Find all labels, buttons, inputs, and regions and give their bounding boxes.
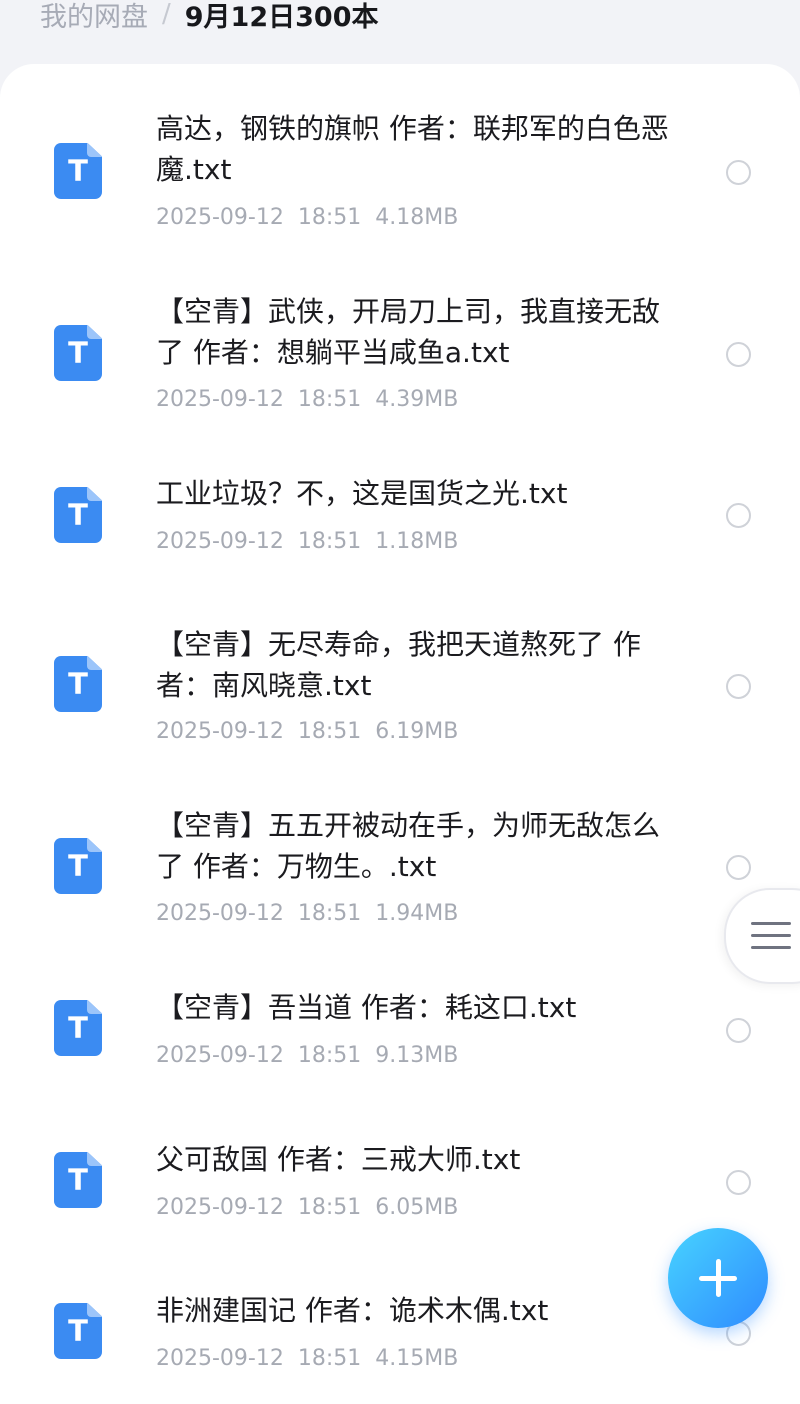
file-name[interactable]: 高达，钢铁的旗帜 作者：联邦军的白色恶魔.txt [156,108,676,190]
select-radio[interactable] [726,503,751,528]
text-file-icon: T [54,325,102,381]
file-name[interactable]: 【空青】五五开被动在手，为师无敌怎么了 作者：万物生。.txt [156,805,676,887]
file-icon-letter: T [68,154,88,188]
file-date: 2025-09-12 [156,1043,284,1068]
file-time: 18:51 [297,1043,362,1068]
file-size: 1.18MB [375,529,459,554]
select-radio[interactable] [726,674,751,699]
file-size: 4.15MB [375,1346,459,1371]
file-meta: 2025-09-12 18:51 1.18MB [156,528,472,556]
file-icon-letter: T [68,849,88,883]
file-meta: 2025-09-12 18:51 4.18MB [156,204,472,232]
file-time: 18:51 [297,901,362,926]
file-size: 6.19MB [375,719,459,744]
file-list-item[interactable]: T 【空青】五五开被动在手，为师无敌怎么了 作者：万物生。.txt 2025-0… [0,805,800,985]
select-radio[interactable] [726,1170,751,1195]
text-file-icon: T [54,487,102,543]
file-icon-letter: T [68,667,88,701]
file-icon-letter: T [68,498,88,532]
file-date: 2025-09-12 [156,719,284,744]
breadcrumb-current-folder: 9月12日300本 [184,1,379,33]
file-date: 2025-09-12 [156,901,284,926]
select-radio[interactable] [726,160,751,185]
file-list-item[interactable]: T 工业垃圾？不，这是国货之光.txt 2025-09-12 18:51 1.18M… [0,473,800,623]
file-meta: 2025-09-12 18:51 1.94MB [156,900,472,928]
file-time: 18:51 [297,387,362,412]
file-name[interactable]: 【空青】无尽寿命，我把天道熬死了 作者：南风晓意.txt [156,624,676,706]
file-size: 6.05MB [375,1195,459,1220]
file-icon-letter: T [68,1011,88,1045]
file-list-panel: T 高达，钢铁的旗帜 作者：联邦军的白色恶魔.txt 2025-09-12 18:… [0,64,800,1404]
file-icon-letter: T [68,1163,88,1197]
text-file-icon: T [54,1000,102,1056]
file-meta: 2025-09-12 18:51 4.15MB [156,1345,472,1373]
file-time: 18:51 [297,719,362,744]
file-icon-letter: T [68,1314,88,1348]
file-size: 4.39MB [375,387,459,412]
file-list-item[interactable]: T 【空青】无尽寿命，我把天道熬死了 作者：南风晓意.txt 2025-09-1… [0,624,800,804]
file-list-item[interactable]: T 【空青】武侠，开局刀上司，我直接无敌了 作者：想躺平当咸鱼a.txt 202… [0,291,800,471]
file-time: 18:51 [297,1346,362,1371]
text-file-icon: T [54,143,102,199]
file-name[interactable]: 非洲建国记 作者：诡术木偶.txt [156,1290,676,1331]
file-meta: 2025-09-12 18:51 6.19MB [156,718,472,746]
text-file-icon: T [54,1303,102,1359]
file-date: 2025-09-12 [156,529,284,554]
file-name[interactable]: 【空青】武侠，开局刀上司，我直接无敌了 作者：想躺平当咸鱼a.txt [156,291,676,373]
select-radio[interactable] [726,855,751,880]
file-meta: 2025-09-12 18:51 6.05MB [156,1194,472,1222]
file-time: 18:51 [297,205,362,230]
file-meta: 2025-09-12 18:51 4.39MB [156,386,472,414]
file-size: 1.94MB [375,901,459,926]
file-list-item[interactable]: T 高达，钢铁的旗帜 作者：联邦军的白色恶魔.txt 2025-09-12 18:… [0,108,800,288]
file-meta: 2025-09-12 18:51 9.13MB [156,1042,472,1070]
file-size: 4.18MB [375,205,459,230]
select-radio[interactable] [726,342,751,367]
file-icon-letter: T [68,336,88,370]
file-name[interactable]: 父可敌国 作者：三戒大师.txt [156,1139,676,1180]
file-date: 2025-09-12 [156,205,284,230]
select-radio[interactable] [726,1018,751,1043]
breadcrumb-root-my-drive[interactable]: 我的网盘 [40,0,148,34]
file-date: 2025-09-12 [156,1195,284,1220]
breadcrumb: 我的网盘 / 9月12日300本 [40,0,379,34]
file-date: 2025-09-12 [156,387,284,412]
add-button[interactable] [668,1228,768,1328]
breadcrumb-separator: / [162,0,171,29]
text-file-icon: T [54,656,102,712]
file-date: 2025-09-12 [156,1346,284,1371]
file-list-item[interactable]: T 【空青】吾当道 作者：耗这口.txt 2025-09-12 18:51 9.13… [0,987,800,1137]
file-time: 18:51 [297,529,362,554]
file-time: 18:51 [297,1195,362,1220]
text-file-icon: T [54,1152,102,1208]
text-file-icon: T [54,838,102,894]
file-size: 9.13MB [375,1043,459,1068]
file-name[interactable]: 工业垃圾？不，这是国货之光.txt [156,473,676,514]
file-name[interactable]: 【空青】吾当道 作者：耗这口.txt [156,987,676,1028]
